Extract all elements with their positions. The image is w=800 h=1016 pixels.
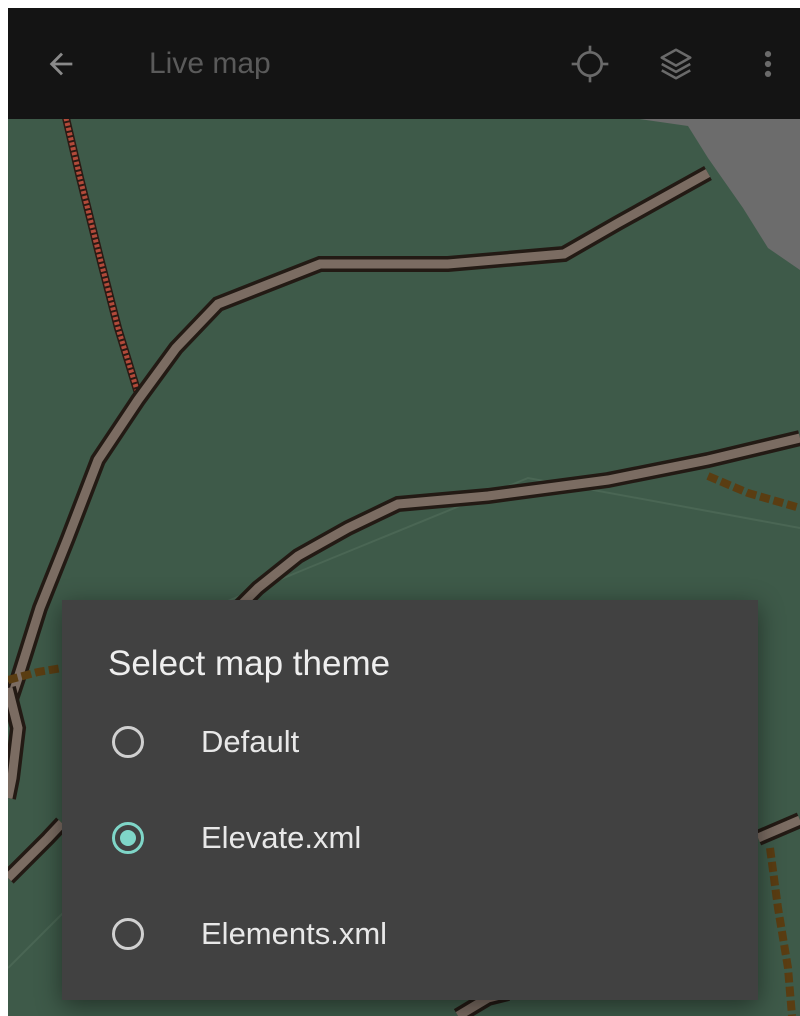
- phone-screen: Live map Select map theme Default Elevat…: [8, 8, 800, 1016]
- theme-option-label: Elements.xml: [201, 916, 388, 951]
- more-vert-icon: [764, 50, 772, 78]
- app-bar-title: Live map: [149, 47, 271, 80]
- radio-unchecked-icon[interactable]: [112, 726, 144, 758]
- theme-option-elements[interactable]: Elements.xml: [62, 892, 758, 982]
- radio-dot: [120, 830, 136, 846]
- layers-button[interactable]: [650, 38, 702, 90]
- my-location-icon: [571, 45, 609, 83]
- theme-option-default[interactable]: Default: [62, 700, 758, 790]
- radio-checked-icon[interactable]: [112, 822, 144, 854]
- back-button[interactable]: [35, 38, 87, 90]
- theme-option-elevate[interactable]: Elevate.xml: [62, 796, 758, 886]
- map-theme-dialog: Select map theme Default Elevate.xml Ele…: [62, 600, 758, 1000]
- dialog-title: Select map theme: [108, 644, 391, 683]
- radio-unchecked-icon[interactable]: [112, 918, 144, 950]
- overflow-menu-button[interactable]: [742, 38, 794, 90]
- app-bar: Live map: [8, 8, 800, 119]
- my-location-button[interactable]: [564, 38, 616, 90]
- theme-option-label: Elevate.xml: [201, 820, 362, 855]
- theme-option-label: Default: [201, 724, 300, 759]
- layers-icon: [660, 48, 692, 80]
- arrow-back-icon: [49, 52, 73, 76]
